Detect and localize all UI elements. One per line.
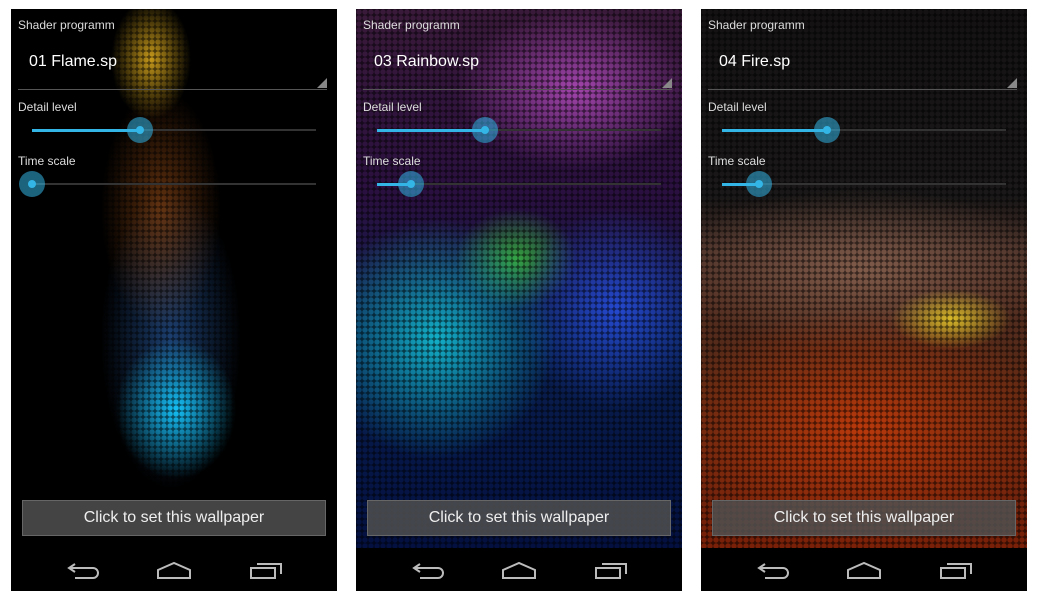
time-scale-slider[interactable] xyxy=(377,169,661,199)
detail-level-label: Detail level xyxy=(18,100,77,114)
phone-screen-2: Shader programm 03 Rainbow.sp Detail lev… xyxy=(356,9,682,591)
shader-program-value: 01 Flame.sp xyxy=(29,53,118,70)
shader-program-dropdown[interactable]: 01 Flame.sp xyxy=(18,47,327,90)
detail-level-label: Detail level xyxy=(708,100,767,114)
slider-fill xyxy=(377,129,485,132)
slider-fill xyxy=(32,129,140,132)
slider-track xyxy=(32,183,316,185)
recent-apps-icon[interactable] xyxy=(594,561,628,579)
back-icon[interactable] xyxy=(757,561,791,579)
slider-thumb[interactable] xyxy=(19,171,45,197)
slider-fill xyxy=(722,129,828,132)
shader-program-label: Shader programm xyxy=(708,18,805,32)
slider-thumb[interactable] xyxy=(398,171,425,197)
back-icon[interactable] xyxy=(67,561,101,579)
detail-level-label: Detail level xyxy=(363,100,422,114)
slider-thumb[interactable] xyxy=(745,171,772,197)
home-icon[interactable] xyxy=(847,561,881,579)
phone-screen-1: Shader programm 01 Flame.sp Detail level… xyxy=(11,9,337,591)
home-icon[interactable] xyxy=(502,561,536,579)
recent-apps-icon[interactable] xyxy=(939,561,973,579)
shader-program-value: 04 Fire.sp xyxy=(719,53,791,70)
set-wallpaper-button[interactable]: Click to set this wallpaper xyxy=(22,500,326,536)
navigation-bar xyxy=(356,548,682,591)
detail-level-slider[interactable] xyxy=(377,115,661,145)
time-scale-label: Time scale xyxy=(363,154,421,168)
dropdown-triangle-icon xyxy=(662,78,672,88)
time-scale-label: Time scale xyxy=(708,154,766,168)
set-wallpaper-button[interactable]: Click to set this wallpaper xyxy=(712,500,1016,536)
phone-screen-3: Shader programm 04 Fire.sp Detail level … xyxy=(701,9,1027,591)
home-icon[interactable] xyxy=(157,561,191,579)
set-wallpaper-button[interactable]: Click to set this wallpaper xyxy=(367,500,671,536)
slider-thumb[interactable] xyxy=(471,117,498,143)
time-scale-label: Time scale xyxy=(18,154,76,168)
dropdown-triangle-icon xyxy=(317,78,327,88)
shader-program-label: Shader programm xyxy=(363,18,460,32)
shader-program-dropdown[interactable]: 03 Rainbow.sp xyxy=(363,47,672,90)
shader-program-label: Shader programm xyxy=(18,18,115,32)
detail-level-slider[interactable] xyxy=(722,115,1006,145)
slider-thumb[interactable] xyxy=(814,117,841,143)
navigation-bar xyxy=(701,548,1027,591)
shader-program-value: 03 Rainbow.sp xyxy=(374,53,479,70)
slider-thumb[interactable] xyxy=(126,117,153,143)
time-scale-slider[interactable] xyxy=(19,169,316,199)
detail-level-slider[interactable] xyxy=(32,115,316,145)
dropdown-triangle-icon xyxy=(1007,78,1017,88)
navigation-bar xyxy=(11,548,337,591)
time-scale-slider[interactable] xyxy=(722,169,1006,199)
shader-program-dropdown[interactable]: 04 Fire.sp xyxy=(708,47,1017,90)
recent-apps-icon[interactable] xyxy=(249,561,283,579)
back-icon[interactable] xyxy=(412,561,446,579)
